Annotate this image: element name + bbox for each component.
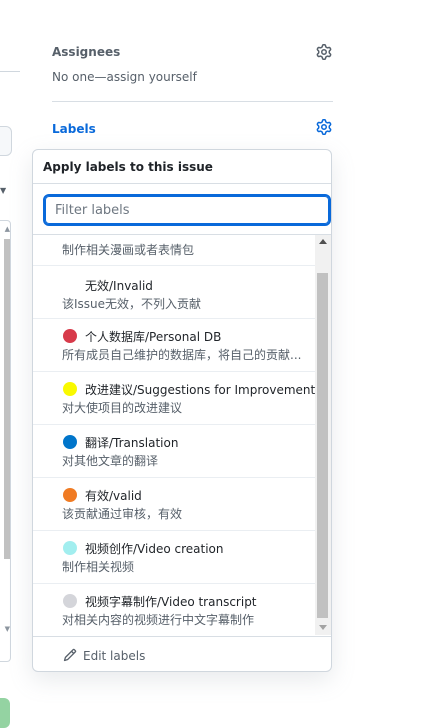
assignees-value[interactable]: No one—assign yourself (52, 70, 197, 84)
comment-editor-fragment[interactable]: ▲ ▼ (0, 220, 11, 662)
edit-labels-link[interactable]: Edit labels (83, 649, 145, 663)
sidebar-divider (52, 101, 333, 102)
label-description: 所有成员自己维护的数据库，将自己的贡献... (62, 348, 302, 362)
filter-labels-input[interactable] (43, 194, 331, 226)
editor-scrollbar[interactable] (4, 239, 10, 559)
labels-dropdown: Apply labels to this issue 制作相关漫画或者表情包 无… (32, 149, 332, 672)
label-color-dot (63, 382, 77, 396)
label-item[interactable]: 翻译/Translation 对其他文章的翻译 (33, 425, 315, 478)
label-description: 对相关内容的视频进行中文字幕制作 (62, 613, 255, 627)
assignees-heading[interactable]: Assignees (52, 45, 120, 59)
label-item[interactable]: 改进建议/Suggestions for Improvement 对大使项目的改… (33, 372, 315, 425)
label-color-dot (63, 278, 77, 292)
label-item[interactable]: 视频创作/Video creation 制作相关视频 (33, 531, 315, 584)
label-item[interactable]: 有效/valid 该贡献通过审核，有效 (33, 478, 315, 531)
left-divider (0, 71, 20, 72)
label-description: 该贡献通过审核，有效 (62, 507, 183, 521)
label-description: 制作相关漫画或者表情包 (62, 243, 195, 257)
label-name: 改进建议/Suggestions for Improvement (85, 383, 315, 397)
label-name: 个人数据库/Personal DB (85, 330, 222, 344)
label-item[interactable]: 视频字幕制作/Video transcript 对相关内容的视频进行中文字幕制作 (33, 584, 315, 635)
label-color-dot (63, 329, 77, 343)
labels-scrollbar[interactable] (315, 235, 331, 635)
dropdown-footer[interactable]: Edit labels (33, 636, 331, 671)
left-input-fragment[interactable] (0, 126, 12, 156)
label-description: 对其他文章的翻译 (62, 454, 159, 468)
label-name: 无效/Invalid (85, 279, 153, 293)
label-item[interactable]: 个人数据库/Personal DB 所有成员自己维护的数据库，将自己的贡献... (33, 319, 315, 372)
label-name: 视频创作/Video creation (85, 542, 224, 556)
label-description: 该Issue无效，不列入贡献 (62, 297, 202, 311)
label-name: 有效/valid (85, 489, 142, 503)
label-name: 视频字幕制作/Video transcript (85, 595, 257, 609)
labels-list: 制作相关漫画或者表情包 无效/Invalid 该Issue无效，不列入贡献 个人… (33, 235, 315, 635)
filter-wrap (33, 184, 331, 235)
scroll-up-icon[interactable]: ▲ (5, 225, 10, 233)
gear-icon[interactable] (316, 44, 332, 60)
caret-down-icon[interactable]: ▼ (0, 186, 6, 195)
scroll-down-icon[interactable]: ▼ (5, 625, 10, 633)
gear-icon[interactable] (316, 119, 332, 135)
label-color-dot (63, 488, 77, 502)
dropdown-title: Apply labels to this issue (43, 160, 213, 174)
dropdown-header: Apply labels to this issue (33, 150, 331, 184)
label-item[interactable]: 无效/Invalid 该Issue无效，不列入贡献 (33, 266, 315, 319)
labels-heading[interactable]: Labels (52, 122, 96, 136)
submit-button-fragment[interactable] (0, 698, 10, 728)
label-color-dot (63, 594, 77, 608)
label-description: 制作相关视频 (62, 560, 135, 574)
scrollbar-thumb[interactable] (317, 273, 328, 618)
scroll-up-icon[interactable] (319, 239, 327, 244)
label-item[interactable]: 制作相关漫画或者表情包 (33, 235, 315, 266)
label-color-dot (63, 541, 77, 555)
scroll-down-icon[interactable] (319, 625, 327, 630)
pencil-icon (63, 648, 77, 662)
label-name: 翻译/Translation (85, 436, 179, 450)
label-color-dot (63, 435, 77, 449)
label-description: 对大使项目的改进建议 (62, 401, 183, 415)
